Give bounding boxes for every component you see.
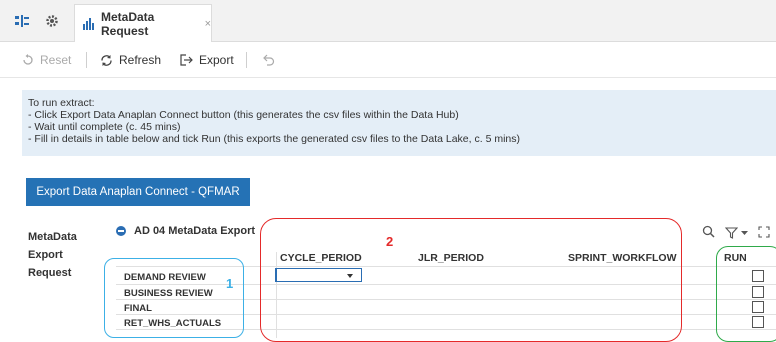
instructions-panel: To run extract: - Click Export Data Anap…	[22, 90, 776, 156]
section-label-line: Export	[28, 249, 63, 261]
annotation-box-3	[716, 246, 776, 342]
section-label: MetaData Export Request	[28, 228, 88, 282]
reset-button[interactable]: Reset	[22, 52, 71, 68]
annotation-number-2: 2	[386, 234, 394, 249]
tab-metadata-request[interactable]: MetaData Request ×	[74, 4, 212, 42]
export-icon	[180, 54, 193, 66]
export-label: Export	[199, 53, 234, 67]
collapse-icon[interactable]	[116, 226, 126, 236]
tab-bar: MetaData Request ×	[0, 0, 776, 42]
section-label-line: MetaData	[28, 231, 77, 243]
instructions-heading: To run extract:	[28, 97, 95, 109]
refresh-label: Refresh	[119, 53, 162, 67]
refresh-icon	[100, 54, 113, 67]
instructions-line: - Wait until complete (c. 45 mins)	[28, 121, 181, 133]
expand-icon[interactable]	[758, 225, 770, 241]
undo-icon	[262, 54, 275, 66]
annotation-box-2	[260, 218, 682, 342]
export-button[interactable]: Export	[180, 52, 234, 68]
section-label-line: Request	[28, 267, 72, 279]
toolbar: Reset Refresh Export	[0, 42, 776, 78]
toolbar-divider	[246, 52, 247, 68]
grid-tools	[702, 225, 770, 241]
gear-icon[interactable]	[40, 10, 64, 32]
export-data-anaplan-connect-button[interactable]: Export Data Anaplan Connect - QFMAR	[26, 178, 250, 206]
close-icon[interactable]: ×	[205, 18, 211, 30]
refresh-button[interactable]: Refresh	[100, 52, 161, 68]
dashboard-grid-icon[interactable]	[10, 10, 34, 32]
undo-button[interactable]	[262, 52, 281, 68]
tab-label: MetaData Request	[101, 9, 155, 38]
search-icon[interactable]	[702, 225, 715, 241]
reset-icon	[22, 54, 34, 66]
instructions-line: - Click Export Data Anaplan Connect butt…	[28, 109, 459, 121]
annotation-box-1	[104, 258, 244, 338]
reset-label: Reset	[40, 53, 72, 67]
instructions-line: - Fill in details in table below and tic…	[28, 133, 520, 145]
filter-icon[interactable]	[725, 227, 748, 239]
module-header[interactable]: AD 04 MetaData Export	[116, 225, 255, 237]
toolbar-divider	[86, 52, 87, 68]
module-icon	[83, 17, 95, 30]
module-title: AD 04 MetaData Export	[134, 225, 256, 237]
annotation-number-1: 1	[226, 276, 234, 291]
